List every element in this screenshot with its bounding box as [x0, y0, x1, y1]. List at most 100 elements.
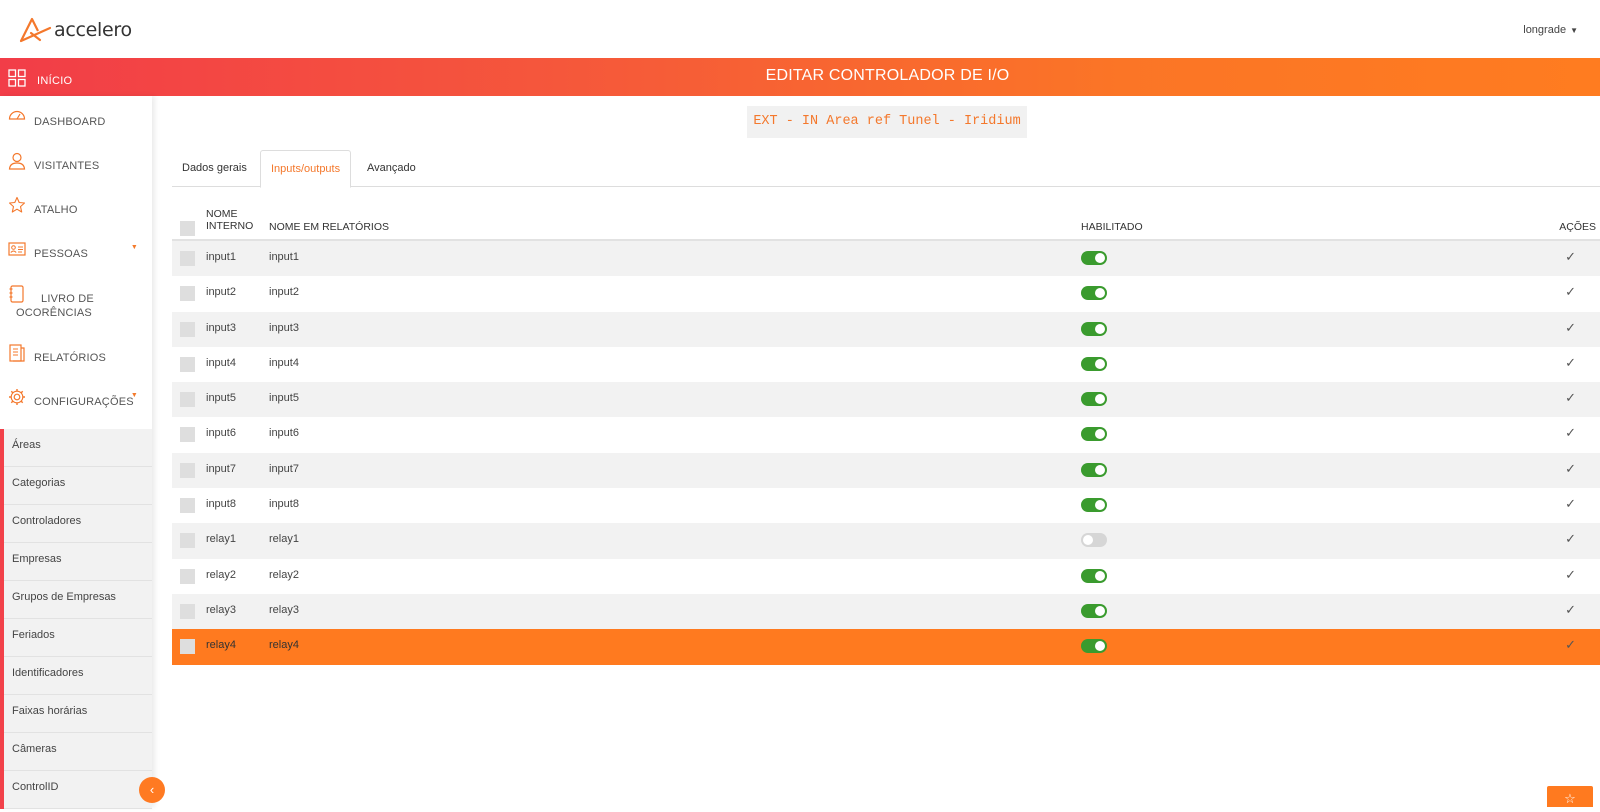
- submenu-item-cameras[interactable]: Câmeras: [4, 733, 152, 771]
- row-checkbox[interactable]: [180, 251, 195, 266]
- enabled-toggle[interactable]: [1081, 498, 1107, 513]
- confirm-check-icon[interactable]: ✓: [1565, 567, 1576, 583]
- io-table: NOME INTERNO NOME EM RELATÓRIOS HABILITA…: [172, 205, 1600, 665]
- row-checkbox[interactable]: [180, 427, 195, 443]
- row-checkbox[interactable]: [180, 603, 195, 619]
- confirm-check-icon[interactable]: ✓: [1565, 461, 1576, 477]
- submenu-item-feriados[interactable]: Feriados: [4, 619, 152, 657]
- row-checkbox[interactable]: [180, 639, 195, 655]
- confirm-check-icon[interactable]: ✓: [1565, 602, 1576, 618]
- tab-inputs-outputs[interactable]: Inputs/outputs: [260, 150, 352, 188]
- confirm-check-icon[interactable]: ✓: [1565, 425, 1576, 441]
- submenu-item-categorias[interactable]: Categorias: [4, 467, 152, 505]
- submenu-item-empresas[interactable]: Empresas: [4, 543, 152, 581]
- submenu-item-identificadores[interactable]: Identificadores: [4, 657, 152, 695]
- row-report-name: input1: [269, 251, 299, 263]
- row-checkbox[interactable]: [180, 568, 195, 584]
- table-row[interactable]: input1 input1 ✓: [172, 241, 1600, 277]
- table-row[interactable]: input6 input6 ✓: [172, 417, 1600, 452]
- row-checkbox[interactable]: [180, 533, 195, 549]
- sidebar-item-label: RELATÓRIOS: [34, 352, 107, 364]
- gear-icon: [9, 389, 25, 405]
- enabled-toggle[interactable]: [1081, 427, 1107, 442]
- enabled-toggle[interactable]: [1081, 639, 1107, 654]
- user-menu[interactable]: longrade ▼: [1523, 24, 1578, 36]
- header-internal-name-line2: INTERNO: [206, 220, 254, 232]
- sidebar-item-dashboard[interactable]: DASHBOARD: [0, 108, 113, 129]
- chevron-left-icon: ‹: [149, 782, 155, 797]
- table-row[interactable]: relay4 relay4 ✓: [172, 629, 1600, 665]
- favorite-button[interactable]: ☆: [1547, 786, 1593, 807]
- row-report-name: input6: [269, 427, 299, 440]
- row-checkbox[interactable]: [180, 356, 195, 372]
- submenu-item-controlid[interactable]: ControlID: [4, 771, 152, 809]
- submenu-item-controladores[interactable]: Controladores: [4, 505, 152, 543]
- row-internal-name: input2: [206, 286, 236, 299]
- table-row[interactable]: input4 input4 ✓: [172, 347, 1600, 382]
- row-checkbox[interactable]: [180, 462, 195, 478]
- row-report-name: input5: [269, 392, 299, 405]
- confirm-check-icon[interactable]: ✓: [1565, 320, 1576, 336]
- tab-avancado[interactable]: Avançado: [357, 150, 426, 187]
- row-checkbox[interactable]: [180, 286, 195, 302]
- table-row[interactable]: input5 input5 ✓: [172, 382, 1600, 418]
- confirm-check-icon[interactable]: ✓: [1565, 355, 1576, 371]
- enabled-toggle[interactable]: [1081, 392, 1107, 407]
- row-report-name: input2: [269, 286, 299, 299]
- row-report-name: input4: [269, 356, 299, 369]
- collapse-sidebar-button[interactable]: ‹: [139, 777, 165, 803]
- sidebar-item-livro-de-ocorrencias[interactable]: LIVRO DE OCORÊNCIAS: [0, 285, 110, 319]
- row-internal-name: input5: [206, 392, 236, 405]
- sidebar-item-atalho[interactable]: ATALHO: [0, 196, 86, 217]
- confirm-check-icon[interactable]: ✓: [1565, 390, 1576, 406]
- table-row[interactable]: input7 input7 ✓: [172, 452, 1600, 489]
- star-icon: [8, 196, 26, 213]
- sidebar-item-visitantes[interactable]: VISITANTES: [0, 152, 107, 173]
- confirm-check-icon[interactable]: ✓: [1565, 531, 1576, 547]
- table-row[interactable]: input2 input2 ✓: [172, 276, 1600, 311]
- table-row[interactable]: relay1 relay1 ✓: [172, 523, 1600, 559]
- header-report-name: NOME EM RELATÓRIOS: [269, 221, 389, 233]
- sidebar-item-configuracoes[interactable]: CONFIGURAÇÕES ▼: [0, 388, 152, 409]
- sidebar-item-pessoas[interactable]: PESSOAS ▼: [0, 240, 152, 261]
- confirm-check-icon[interactable]: ✓: [1565, 637, 1576, 653]
- confirm-check-icon[interactable]: ✓: [1565, 496, 1576, 512]
- submenu-item-grupos-de-empresas[interactable]: Grupos de Empresas: [4, 581, 152, 619]
- row-checkbox[interactable]: [180, 498, 195, 514]
- enabled-toggle[interactable]: [1081, 286, 1107, 301]
- enabled-toggle[interactable]: [1081, 533, 1107, 548]
- enabled-toggle[interactable]: [1081, 462, 1107, 477]
- sidebar-item-label: DASHBOARD: [34, 116, 106, 128]
- table-row[interactable]: relay2 relay2 ✓: [172, 559, 1600, 594]
- sidebar-item-label: CONFIGURAÇÕES: [34, 396, 134, 408]
- enabled-toggle[interactable]: [1081, 321, 1107, 336]
- enabled-toggle[interactable]: [1081, 568, 1107, 583]
- page-title: EDITAR CONTROLADOR DE I/O: [765, 67, 1010, 84]
- confirm-check-icon[interactable]: ✓: [1565, 284, 1576, 300]
- table-row[interactable]: input8 input8 ✓: [172, 488, 1600, 523]
- sidebar-item-relatorios[interactable]: RELATÓRIOS: [0, 344, 114, 365]
- select-all-checkbox[interactable]: [180, 221, 195, 236]
- submenu-item-faixas-horarias[interactable]: Faixas horárias: [4, 695, 152, 733]
- configuracoes-submenu: Áreas Categorias Controladores Empresas …: [0, 429, 152, 809]
- row-report-name: relay2: [269, 568, 299, 581]
- table-row[interactable]: input3 input3 ✓: [172, 311, 1600, 347]
- tab-dados-gerais[interactable]: Dados gerais: [172, 150, 257, 187]
- caret-down-icon: ▼: [130, 244, 138, 251]
- user-name: longrade: [1523, 24, 1567, 36]
- enabled-toggle[interactable]: [1081, 356, 1107, 371]
- enabled-toggle[interactable]: [1081, 603, 1107, 618]
- row-report-name: input8: [269, 498, 299, 511]
- table-row[interactable]: relay3 relay3 ✓: [172, 593, 1600, 630]
- enabled-toggle[interactable]: [1081, 251, 1107, 265]
- row-report-name: input3: [269, 321, 299, 334]
- report-icon: [9, 344, 25, 362]
- submenu-item-areas[interactable]: Áreas: [4, 429, 152, 467]
- accelero-logo[interactable]: accelero: [18, 16, 132, 44]
- row-report-name: relay3: [269, 603, 299, 616]
- row-checkbox[interactable]: [180, 392, 195, 408]
- row-checkbox[interactable]: [180, 321, 195, 337]
- sidebar-item-label: VISITANTES: [34, 160, 100, 172]
- logo-text: accelero: [54, 19, 132, 41]
- confirm-check-icon[interactable]: ✓: [1565, 249, 1576, 265]
